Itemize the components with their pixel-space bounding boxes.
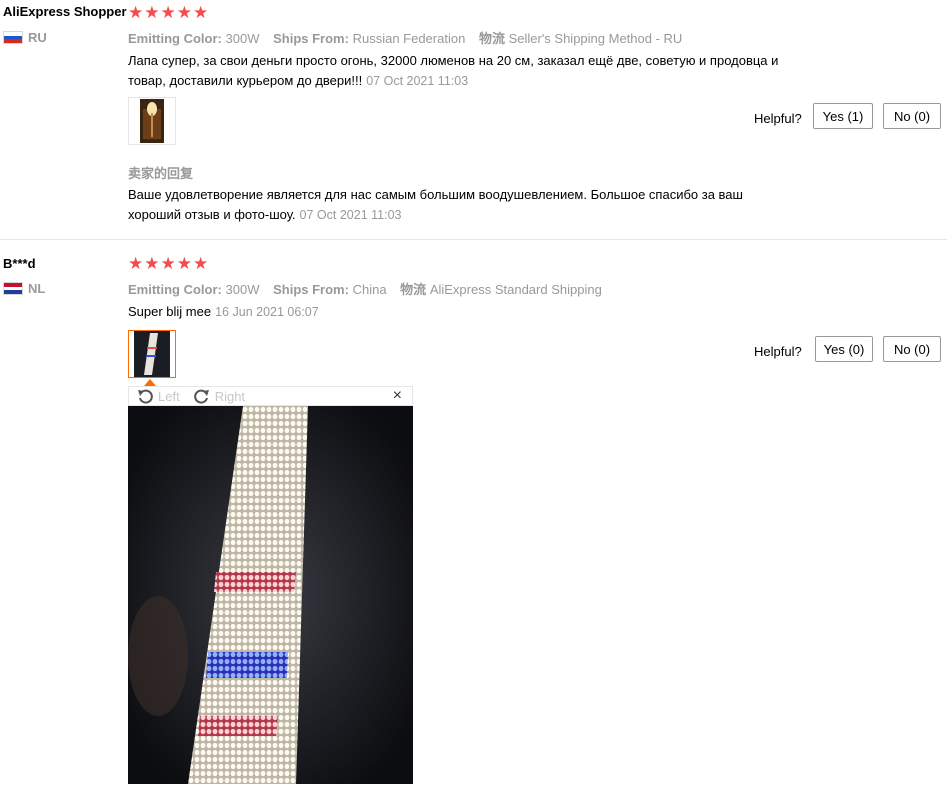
seller-reply-body: Ваше удовлетворение является для нас сам… <box>128 187 743 222</box>
helpful-label: Helpful? <box>754 344 802 359</box>
attr-value: AliExpress Standard Shipping <box>429 282 602 297</box>
attr-key: Emitting Color: <box>128 282 222 297</box>
close-viewer-button[interactable]: × <box>393 388 402 404</box>
reviewer-country: RU <box>3 30 47 45</box>
helpful-no-button[interactable]: No (0) <box>883 103 941 129</box>
review-text: Super blij mee 16 Jun 2021 06:07 <box>128 302 818 322</box>
star-icon: ★ <box>160 3 176 22</box>
helpful-label: Helpful? <box>754 111 802 126</box>
attr-key: Ships From: <box>273 282 349 297</box>
helpful-no-button[interactable]: No (0) <box>883 336 941 362</box>
expanded-review-photo <box>128 406 413 784</box>
review-date: 16 Jun 2021 06:07 <box>215 305 319 319</box>
attr-value: 300W <box>225 31 260 46</box>
star-icon: ★ <box>176 254 192 273</box>
photo-viewer-toolbar: Left Right × <box>128 386 413 406</box>
review-photo-thumbnail[interactable] <box>128 97 176 145</box>
star-icon: ★ <box>176 3 192 22</box>
star-rating: ★ ★ ★ ★ ★ <box>128 255 209 272</box>
seller-reply-date: 07 Oct 2021 11:03 <box>299 208 402 222</box>
netherlands-flag-icon <box>3 282 23 295</box>
star-icon: ★ <box>144 254 160 273</box>
rotate-right-button[interactable]: Right <box>193 388 246 404</box>
star-icon: ★ <box>160 254 176 273</box>
star-rating: ★ ★ ★ ★ ★ <box>128 4 209 21</box>
star-icon: ★ <box>128 3 144 22</box>
seller-reply-text: Ваше удовлетворение является для нас сам… <box>128 185 788 225</box>
reviewer-country: NL <box>3 281 45 296</box>
review-date: 07 Oct 2021 11:03 <box>366 74 469 88</box>
grow-light-photo-thumb <box>134 331 170 377</box>
review-body: Super blij mee <box>128 304 212 319</box>
rotate-right-icon <box>193 389 209 404</box>
rotate-left-label: Left <box>158 388 180 404</box>
star-icon: ★ <box>193 254 209 273</box>
star-icon: ★ <box>193 3 209 22</box>
attr-key: 物流 <box>400 282 427 297</box>
helpful-yes-button[interactable]: Yes (1) <box>813 103 873 129</box>
rotate-right-label: Right <box>214 388 246 404</box>
country-code: NL <box>28 281 46 296</box>
star-icon: ★ <box>144 3 160 22</box>
attr-value: Seller's Shipping Method - RU <box>508 31 683 46</box>
attr-value: 300W <box>225 282 260 297</box>
attr-key: Emitting Color: <box>128 31 222 46</box>
attr-key: 物流 <box>478 31 505 46</box>
star-icon: ★ <box>128 254 144 273</box>
review-text: Лапа супер, за свои деньги просто огонь,… <box>128 51 818 91</box>
lamp-photo-thumb <box>140 99 164 143</box>
thumbnail-pointer-arrow <box>144 379 156 386</box>
country-code: RU <box>28 30 47 45</box>
product-attributes: Emitting Color: 300W Ships From: China 物… <box>128 279 612 298</box>
attr-key: Ships From: <box>273 31 349 46</box>
review-photo-thumbnail[interactable] <box>128 330 176 378</box>
attr-value: Russian Federation <box>352 31 466 46</box>
attr-value: China <box>352 282 387 297</box>
reviewer-name: AliExpress Shopper <box>3 4 127 19</box>
reviewer-name: B***d <box>3 256 36 271</box>
review-divider <box>0 239 947 240</box>
rotate-left-icon <box>138 389 153 404</box>
seller-reply-heading: 卖家的回复 <box>128 166 194 181</box>
product-attributes: Emitting Color: 300W Ships From: Russian… <box>128 28 692 47</box>
russia-flag-icon <box>3 31 23 44</box>
grow-light-photo <box>128 406 413 784</box>
helpful-yes-button[interactable]: Yes (0) <box>815 336 873 362</box>
rotate-left-button[interactable]: Left <box>137 388 180 404</box>
